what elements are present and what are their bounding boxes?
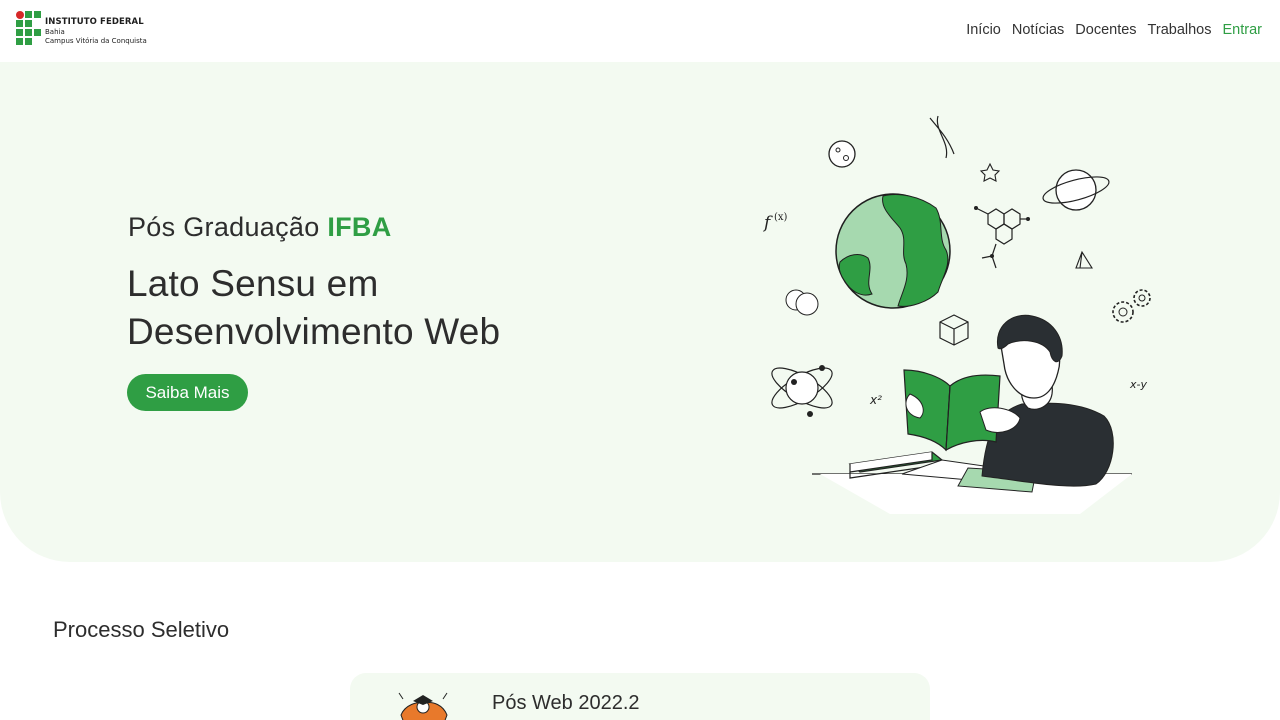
nav-link-noticias[interactable]: Notícias [1012, 22, 1064, 38]
logo-state: Bahia [45, 27, 65, 36]
hero-pretitle-accent: IFBA [327, 212, 392, 242]
logo-red-dot [16, 11, 24, 19]
hero-pretitle: Pós Graduação IFBA [128, 212, 392, 242]
main-nav: Início Notícias Docentes Trabalhos Entra… [966, 22, 1262, 38]
logo-mark-icon [16, 11, 41, 45]
hero-section: Pós Graduação IFBA Lato Sensu em Desenvo… [0, 62, 1280, 562]
svg-text:(x): (x) [774, 212, 788, 223]
nav-link-trabalhos[interactable]: Trabalhos [1148, 22, 1212, 38]
student-reading-illustration-icon: f (x) x² x-y [762, 115, 1151, 514]
selection-card[interactable]: Pós Web 2022.2 [350, 673, 930, 720]
nav-link-inicio[interactable]: Início [966, 22, 1001, 38]
saiba-mais-button[interactable]: Saiba Mais [127, 374, 248, 411]
nav-link-docentes[interactable]: Docentes [1075, 22, 1136, 38]
nav-link-entrar[interactable]: Entrar [1223, 22, 1263, 38]
svg-text:x²: x² [869, 393, 882, 407]
logo-campus: Campus Vitória da Conquista [45, 36, 147, 45]
svg-text:f: f [762, 213, 773, 233]
ifba-logo[interactable]: INSTITUTO FEDERAL Bahia Campus Vitória d… [16, 11, 147, 45]
svg-text:x-y: x-y [1129, 378, 1147, 391]
graduation-illustration-icon [398, 692, 448, 720]
hero-title: Lato Sensu em Desenvolvimento Web [127, 263, 501, 352]
selection-card-title: Pós Web 2022.2 [492, 692, 640, 714]
section-title-processo-seletivo: Processo Seletivo [53, 617, 230, 642]
site-header: INSTITUTO FEDERAL Bahia Campus Vitória d… [0, 0, 1280, 62]
logo-title: INSTITUTO FEDERAL [45, 17, 144, 27]
